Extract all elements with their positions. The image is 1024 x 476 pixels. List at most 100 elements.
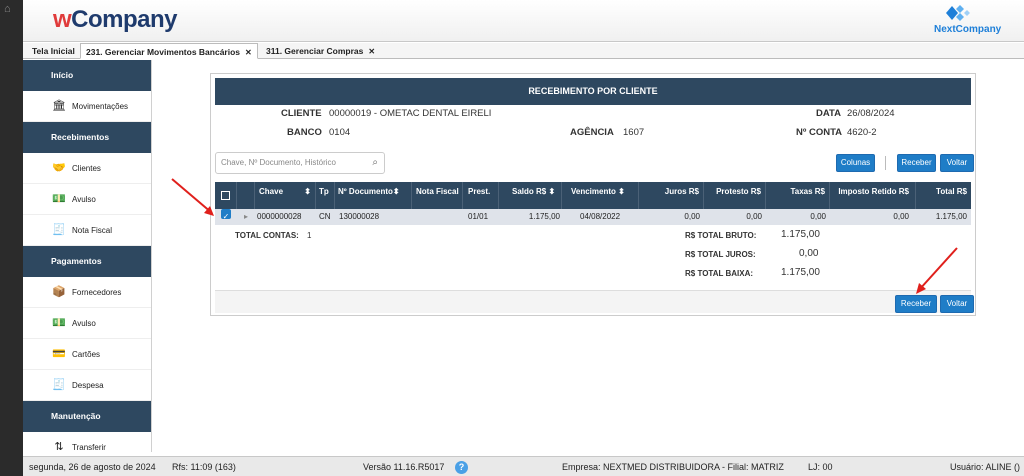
- sidebar-section-inicio[interactable]: Início: [23, 60, 151, 91]
- search-placeholder: Chave, Nº Documento, Histórico: [221, 158, 336, 167]
- banco-label: BANCO: [287, 127, 322, 138]
- invoice-icon: 🧾: [52, 224, 66, 236]
- sidebar-item-label: Avulso: [72, 319, 96, 328]
- annotation-arrow-receber: [916, 247, 958, 294]
- row-checkbox[interactable]: ✓: [221, 209, 231, 221]
- sidebar-section-manutencao[interactable]: Manutenção: [23, 401, 151, 432]
- cliente-label: CLIENTE: [281, 108, 322, 119]
- colunas-button[interactable]: Colunas: [836, 154, 875, 172]
- header-nota-fiscal[interactable]: Nota Fiscal: [412, 182, 463, 209]
- header-chave[interactable]: Chave ⬍: [255, 182, 316, 209]
- cell-vencimento: 04/08/2022: [580, 212, 621, 221]
- sidebar-section-pagamentos[interactable]: Pagamentos: [23, 246, 151, 277]
- sidebar-item-transferir[interactable]: ⇅ Transferir: [23, 432, 151, 452]
- panel-footer: Receber Voltar: [215, 290, 974, 313]
- header-juros[interactable]: Juros R$: [639, 182, 704, 209]
- handshake-icon: 🤝: [52, 162, 66, 174]
- sidebar-section-recebimentos[interactable]: Recebimentos: [23, 122, 151, 153]
- help-glyph: ?: [455, 461, 468, 475]
- header-label: Vencimento: [571, 187, 616, 196]
- tab-movimentos-bancarios[interactable]: 231. Gerenciar Movimentos Bancários ✕: [80, 43, 258, 59]
- search-input[interactable]: Chave, Nº Documento, Histórico ⌕: [215, 152, 385, 174]
- home-icon[interactable]: ⌂: [4, 3, 11, 15]
- sidebar-item-label: Transferir: [72, 443, 106, 452]
- cell-documento: 130000028: [339, 212, 380, 221]
- header-imposto[interactable]: Imposto Retido R$: [830, 182, 916, 209]
- header-label: Nº Documento: [338, 187, 393, 196]
- cell-prest: 01/01: [468, 212, 489, 221]
- sort-icon[interactable]: ⬍: [393, 187, 400, 196]
- sidebar-item-label: Despesa: [72, 381, 104, 390]
- divider: [885, 156, 886, 170]
- total-baixa-value: 1.175,00: [781, 267, 820, 278]
- total-contas-value: 1: [307, 231, 312, 240]
- header-select: [215, 182, 237, 209]
- close-icon[interactable]: ✕: [245, 48, 252, 57]
- sort-icon[interactable]: ⬍: [548, 187, 555, 196]
- header-saldo[interactable]: Saldo R$ ⬍: [499, 182, 562, 209]
- conta-value: 4620-2: [847, 127, 877, 138]
- close-icon[interactable]: ✕: [368, 47, 375, 56]
- help-icon[interactable]: ?: [455, 457, 468, 476]
- header-protesto[interactable]: Protesto R$: [704, 182, 766, 209]
- table-row[interactable]: ✓ ▸ 0000000028 CN 130000028 01/01 1.175,…: [215, 209, 971, 225]
- status-usuario: Usuário: ALINE (): [950, 462, 1021, 472]
- sidebar-item-avulso-receb[interactable]: 💵 Avulso: [23, 184, 151, 215]
- sidebar-item-fornecedores[interactable]: 📦 Fornecedores: [23, 277, 151, 308]
- cell-imposto: 0,00: [893, 212, 909, 221]
- contas-table: Chave ⬍ Tp Nº Documento⬍ Nota Fiscal Pres…: [215, 182, 971, 278]
- sidebar-item-label: Cartões: [72, 350, 101, 359]
- tab-label: Tela Inicial: [32, 46, 75, 56]
- sidebar-item-nota-fiscal[interactable]: 🧾 Nota Fiscal: [23, 215, 151, 246]
- total-bruto-value: 1.175,00: [781, 229, 820, 240]
- table-header: Chave ⬍ Tp Nº Documento⬍ Nota Fiscal Pres…: [215, 182, 971, 209]
- sidebar-item-cartoes[interactable]: 💳 Cartões: [23, 339, 151, 370]
- header-taxas[interactable]: Taxas R$: [766, 182, 830, 209]
- search-icon[interactable]: ⌕: [372, 153, 378, 173]
- sidebar-item-movimentacoes[interactable]: 🏛 Movimentações: [23, 91, 151, 122]
- sidebar-item-label: Avulso: [72, 195, 96, 204]
- sidebar-item-avulso-pag[interactable]: 💵 Avulso: [23, 308, 151, 339]
- sidebar-item-clientes[interactable]: 🤝 Clientes: [23, 153, 151, 184]
- sort-icon[interactable]: ⬍: [618, 187, 625, 196]
- money-icon: 💵: [52, 317, 66, 329]
- sidebar-item-label: Movimentações: [72, 102, 129, 111]
- tab-tela-inicial[interactable]: Tela Inicial: [27, 43, 80, 59]
- header-vencimento[interactable]: Vencimento ⬍: [562, 182, 639, 209]
- account-info: CLIENTE 00000019 - OMETAC DENTAL EIRELI …: [215, 105, 971, 143]
- sidebar-item-despesa[interactable]: 🧾 Despesa: [23, 370, 151, 401]
- expand-row-icon[interactable]: ▸: [244, 209, 248, 225]
- sidebar-item-label: Clientes: [72, 164, 101, 173]
- total-juros-value: 0,00: [799, 248, 819, 259]
- header-prest[interactable]: Prest.: [463, 182, 499, 209]
- tab-label: 231. Gerenciar Movimentos Bancários: [86, 47, 241, 57]
- receber-button-top[interactable]: Receber: [897, 154, 936, 172]
- cell-tp: CN: [319, 212, 331, 221]
- status-rfs: Rfs: 11:09 (163): [172, 462, 236, 472]
- status-date: segunda, 26 de agosto de 2024: [29, 462, 156, 472]
- banco-value: 0104: [329, 127, 351, 138]
- bank-icon: 🏛: [52, 100, 66, 112]
- select-all-checkbox[interactable]: [221, 191, 230, 200]
- expense-icon: 🧾: [52, 379, 66, 391]
- voltar-button-top[interactable]: Voltar: [940, 154, 974, 172]
- supplier-icon: 📦: [52, 286, 66, 298]
- status-bar: segunda, 26 de agosto de 2024 Rfs: 11:09…: [23, 456, 1024, 476]
- partner-logo-icon: [946, 5, 970, 21]
- header-total[interactable]: Total R$: [916, 182, 971, 209]
- left-strip: ⌂: [0, 0, 23, 476]
- sort-icon[interactable]: ⬍: [304, 186, 311, 197]
- agencia-value: 1607: [623, 127, 645, 138]
- header-tp[interactable]: Tp: [316, 182, 335, 209]
- header-documento[interactable]: Nº Documento⬍: [335, 182, 412, 209]
- total-contas-label: TOTAL CONTAS:: [235, 231, 299, 240]
- transfer-icon: ⇅: [54, 441, 64, 452]
- status-empresa: Empresa: NEXTMED DISTRIBUIDORA - Filial:…: [562, 462, 784, 472]
- status-lj: LJ: 00: [808, 462, 833, 472]
- partner-logo-text: NextCompany: [934, 24, 1002, 35]
- sidebar-item-label: Nota Fiscal: [72, 226, 113, 235]
- cell-saldo: 1.175,00: [528, 212, 560, 221]
- tab-gerenciar-compras[interactable]: 311. Gerenciar Compras ✕: [261, 43, 380, 59]
- cards-icon: 💳: [52, 348, 66, 360]
- tab-label: 311. Gerenciar Compras: [266, 46, 364, 56]
